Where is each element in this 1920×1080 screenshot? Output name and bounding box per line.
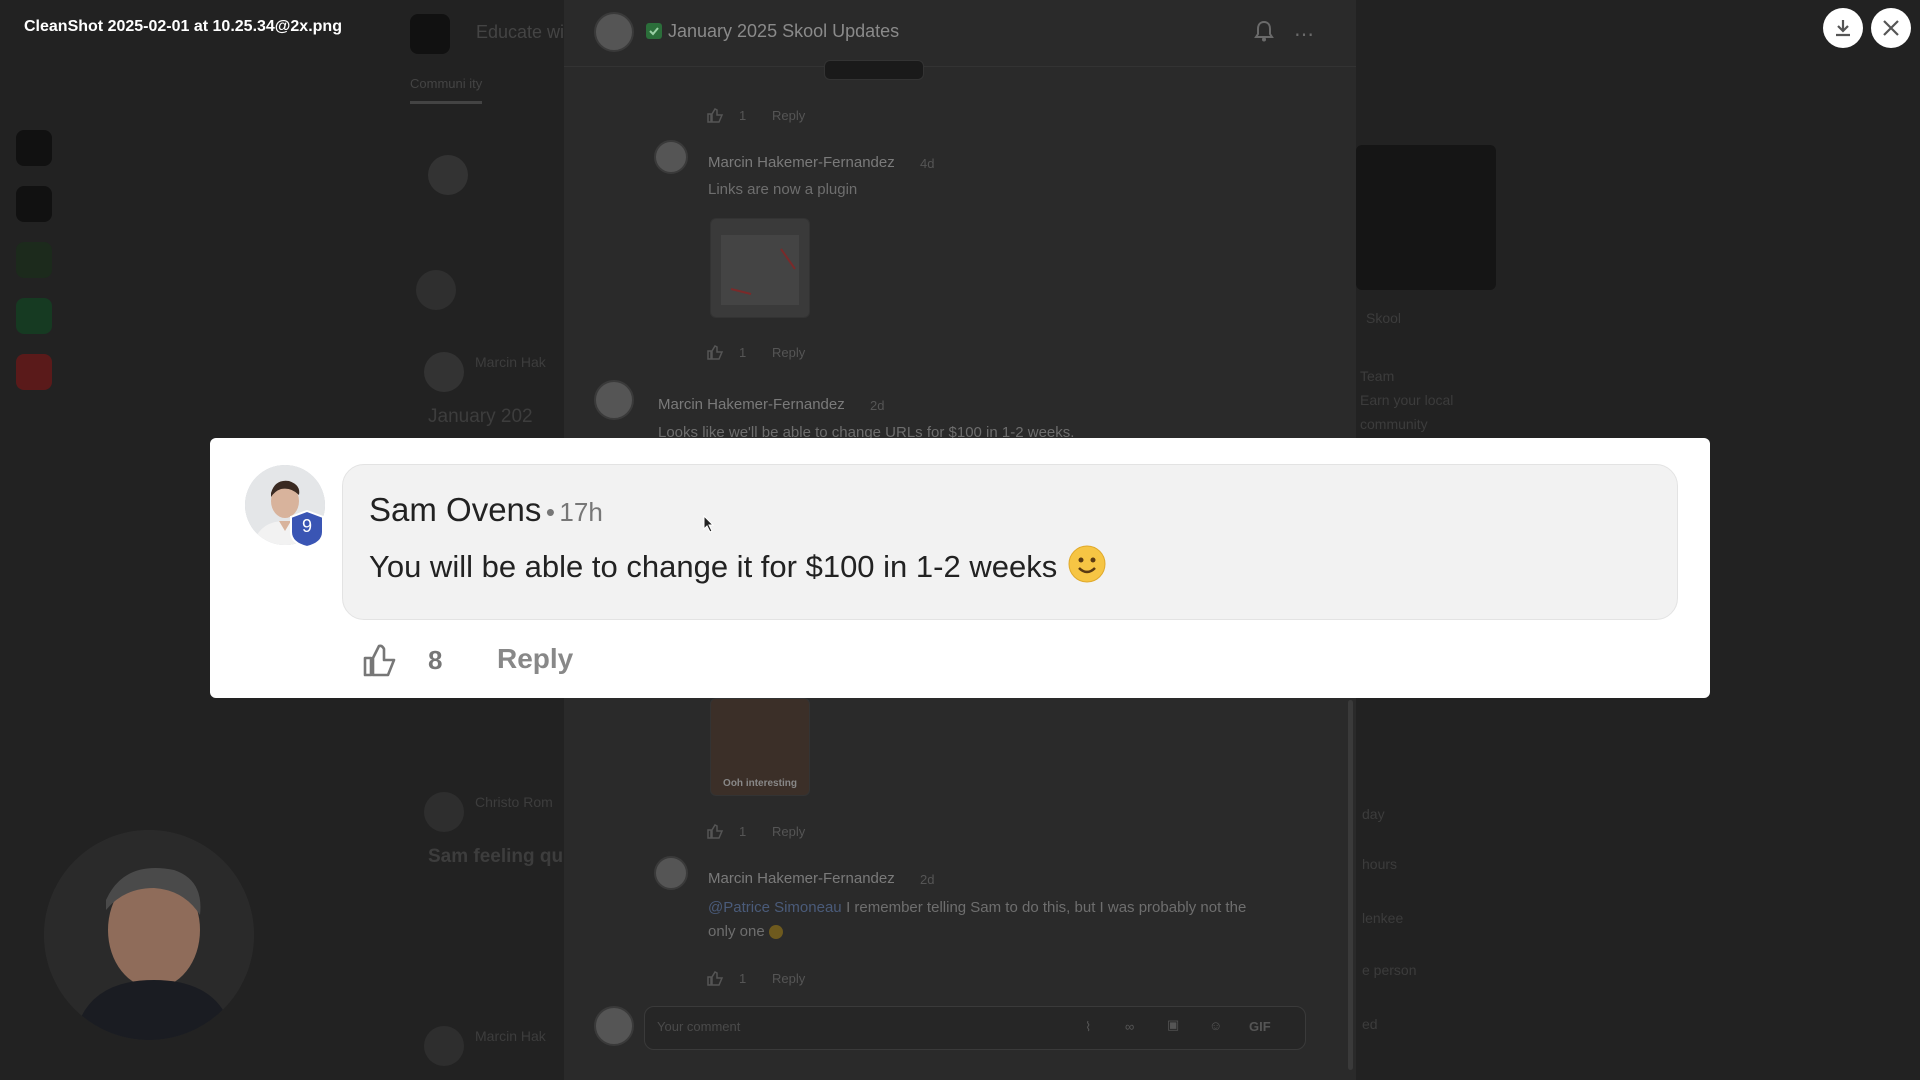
background-group-logo [410, 14, 450, 54]
close-icon [1883, 20, 1899, 36]
comment-body: @Patrice Simoneau I remember telling Sam… [708, 896, 1268, 944]
post-header: January 2025 Skool Updates ⋯ [564, 0, 1356, 67]
reply-button[interactable]: Reply [772, 345, 805, 360]
like-count: 1 [739, 971, 747, 986]
screenshot-filename: CleanShot 2025-02-01 at 10.25.34@2x.png [24, 18, 342, 35]
link-icon[interactable]: ∞ [1125, 1019, 1134, 1034]
like-icon[interactable] [706, 969, 724, 992]
background-group-cover [1356, 145, 1496, 290]
like-icon[interactable] [706, 106, 724, 129]
like-icon[interactable] [706, 822, 724, 845]
background-post-author: Marcin Hak [475, 354, 546, 370]
background-post-title: Sam feeling qu [428, 846, 564, 867]
download-button[interactable] [1823, 8, 1863, 48]
scrollbar[interactable] [1348, 700, 1353, 1070]
checkmark-emoji-icon [646, 23, 662, 39]
attachment-icon[interactable]: ⌇ [1085, 1019, 1091, 1035]
webcam-video [44, 830, 254, 1040]
background-list-item: hours [1362, 856, 1398, 872]
background-list-item: lenkee [1362, 910, 1404, 926]
comment-avatar[interactable] [654, 856, 688, 890]
reply-button[interactable]: Reply [772, 108, 805, 123]
background-avatar [424, 352, 464, 392]
gif-caption: Ooh interesting [723, 778, 797, 789]
comment-author[interactable]: Marcin Hakemer-Fernandez [708, 870, 895, 887]
comment-gif[interactable]: Ooh interesting [710, 698, 810, 796]
comment-avatar[interactable] [654, 140, 688, 174]
background-post-title: January 202 [428, 406, 533, 427]
comment-header: Sam Ovens • 17h [369, 491, 603, 529]
background-tab: Communi ity [410, 76, 483, 104]
reply-button[interactable]: Reply [497, 643, 573, 675]
post-author-avatar[interactable] [594, 12, 634, 52]
grinning-emoji-icon [769, 924, 784, 939]
comment-body: You will be able to change it for $100 i… [369, 545, 1106, 586]
background-sidebar [0, 130, 70, 410]
comment-text: Links are now a plugin [708, 181, 858, 198]
download-icon [1836, 20, 1850, 37]
comment-time: 4d [920, 156, 935, 171]
comment-time: 2d [920, 872, 935, 887]
comment-time: 2d [870, 398, 885, 413]
mention-link[interactable]: @Patrice Simoneau [708, 899, 842, 916]
background-post-author: Christo Rom [475, 794, 553, 810]
current-user-avatar [594, 1006, 634, 1046]
comment-author[interactable]: Sam Ovens [369, 491, 541, 528]
smile-emoji-icon [1062, 545, 1106, 585]
comment-image[interactable] [824, 60, 924, 80]
background-list-item: day [1362, 806, 1385, 822]
background-group-line: Team [1360, 368, 1395, 384]
post-title: January 2025 Skool Updates [668, 21, 900, 41]
like-icon[interactable] [362, 642, 398, 683]
comment-avatar[interactable] [594, 380, 634, 420]
more-options-icon[interactable]: ⋯ [1294, 22, 1314, 47]
like-icon[interactable] [706, 343, 724, 366]
like-count: 1 [739, 345, 747, 360]
comment-time: 17h [559, 497, 603, 527]
video-icon[interactable]: ▣ [1167, 1017, 1179, 1033]
emoji-icon[interactable]: ☺ [1209, 1018, 1222, 1033]
reply-button[interactable]: Reply [772, 971, 805, 986]
comment-author[interactable]: Marcin Hakemer-Fernandez [658, 396, 845, 413]
background-group-name: Skool [1366, 310, 1402, 326]
like-count: 1 [739, 108, 747, 123]
background-list-item: ed [1362, 1016, 1378, 1032]
bell-icon[interactable] [1254, 20, 1274, 47]
level-badge: 9 [290, 510, 324, 548]
gif-button[interactable]: GIF [1249, 1019, 1271, 1034]
comment-input[interactable]: Your comment ⌇ ∞ ▣ ☺ GIF [644, 1006, 1306, 1050]
background-list-item: e person [1362, 962, 1417, 978]
separator-dot: • [545, 497, 555, 527]
close-button[interactable] [1871, 8, 1911, 48]
background-avatar [424, 1026, 464, 1066]
comment-bubble: Sam Ovens • 17h You will be able to chan… [342, 464, 1678, 620]
reply-button[interactable]: Reply [772, 824, 805, 839]
comment-image[interactable] [710, 218, 810, 318]
highlighted-comment-card: 9 Sam Ovens • 17h You will be able to ch… [210, 438, 1710, 698]
background-avatar [424, 792, 464, 832]
comment-text: You will be able to change it for $100 i… [369, 549, 1058, 584]
comment-placeholder: Your comment [657, 1019, 741, 1034]
background-group-line: community [1360, 416, 1428, 432]
background-post-author: Marcin Hak [475, 1028, 546, 1044]
background-header-title: Educate wi [476, 22, 565, 42]
mouse-cursor-icon [703, 514, 715, 538]
comment-author[interactable]: Marcin Hakemer-Fernandez [708, 154, 895, 171]
background-group-line: Earn your local [1360, 392, 1454, 408]
background-avatar [416, 270, 456, 310]
level-number: 9 [301, 516, 312, 536]
like-count: 8 [428, 645, 443, 675]
like-count: 1 [739, 824, 747, 839]
background-avatar [428, 155, 468, 195]
